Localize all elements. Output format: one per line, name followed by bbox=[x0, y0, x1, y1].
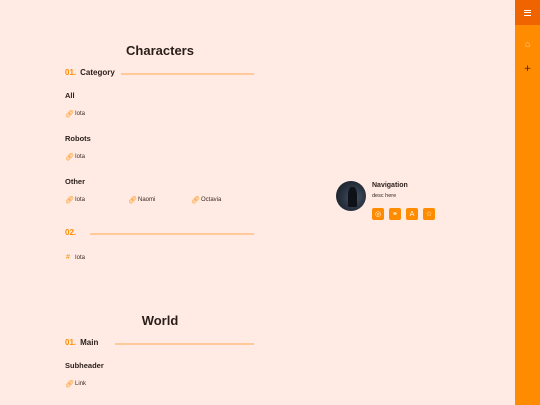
subheader-robots: Robots bbox=[65, 134, 91, 143]
navigation-desc: desc here bbox=[372, 193, 397, 199]
item-label: Iota bbox=[75, 254, 86, 261]
category-divider bbox=[115, 343, 254, 345]
category-number: 02. bbox=[65, 228, 77, 237]
compass-icon[interactable]: ◎ bbox=[372, 208, 384, 220]
section-title-world: World bbox=[141, 313, 179, 328]
item-label: Octavia bbox=[201, 197, 222, 203]
star-icon[interactable]: ☆ bbox=[423, 208, 435, 220]
navigation-buttons: ◎ ⚭ A ☆ bbox=[372, 208, 435, 220]
letter-a-icon[interactable]: A bbox=[406, 208, 418, 220]
list-item-link[interactable]: 🔗︎ Link bbox=[65, 380, 86, 388]
section-title-characters: Characters bbox=[126, 43, 194, 58]
category-label: Category bbox=[80, 68, 115, 77]
plus-icon[interactable]: + bbox=[515, 56, 540, 81]
list-item-iota[interactable]: 🔗︎ Iota bbox=[65, 196, 85, 204]
link-icon: 🔗︎ bbox=[128, 197, 137, 204]
list-item-iota[interactable]: 🔗︎ Iota bbox=[65, 153, 85, 161]
link-icon: 🔗︎ bbox=[65, 111, 74, 118]
list-item-iota[interactable]: # Iota bbox=[65, 254, 85, 261]
link-icon: 🔗︎ bbox=[65, 381, 74, 388]
item-label: Link bbox=[75, 381, 87, 387]
link-icon: 🔗︎ bbox=[191, 197, 200, 204]
category-header: 01. Main bbox=[65, 338, 98, 347]
category-divider bbox=[121, 73, 254, 75]
list-item-naomi[interactable]: 🔗︎ Naomi bbox=[128, 196, 155, 204]
item-label: Naomi bbox=[138, 197, 156, 203]
navigation-title: Navigation bbox=[372, 182, 408, 189]
main-content: Characters 01. Category All 🔗︎ Iota Robo… bbox=[0, 0, 515, 405]
item-label: Iota bbox=[75, 197, 86, 203]
subheader-all: All bbox=[65, 91, 75, 100]
item-label: Iota bbox=[75, 111, 86, 117]
right-sidebar: ⌂ + bbox=[515, 0, 540, 405]
link-icon: 🔗︎ bbox=[65, 197, 74, 204]
subheader: Subheader bbox=[65, 361, 104, 370]
bookmark-icon[interactable]: ⌂ bbox=[515, 32, 540, 57]
menu-icon[interactable] bbox=[515, 0, 540, 25]
link-icon[interactable]: ⚭ bbox=[389, 208, 401, 220]
category-header: 01. Category bbox=[65, 68, 115, 77]
category-number: 01. bbox=[65, 338, 77, 347]
hash-icon: # bbox=[66, 254, 70, 261]
category-header: 02. bbox=[65, 228, 80, 237]
category-divider bbox=[90, 233, 254, 235]
list-item-octavia[interactable]: 🔗︎ Octavia bbox=[191, 196, 221, 204]
category-label: Main bbox=[80, 338, 99, 347]
category-number: 01. bbox=[65, 68, 77, 77]
link-icon: 🔗︎ bbox=[65, 154, 74, 161]
list-item-iota[interactable]: 🔗︎ Iota bbox=[65, 110, 85, 118]
avatar bbox=[336, 181, 366, 211]
subheader-other: Other bbox=[65, 177, 86, 186]
item-label: Iota bbox=[75, 154, 86, 160]
